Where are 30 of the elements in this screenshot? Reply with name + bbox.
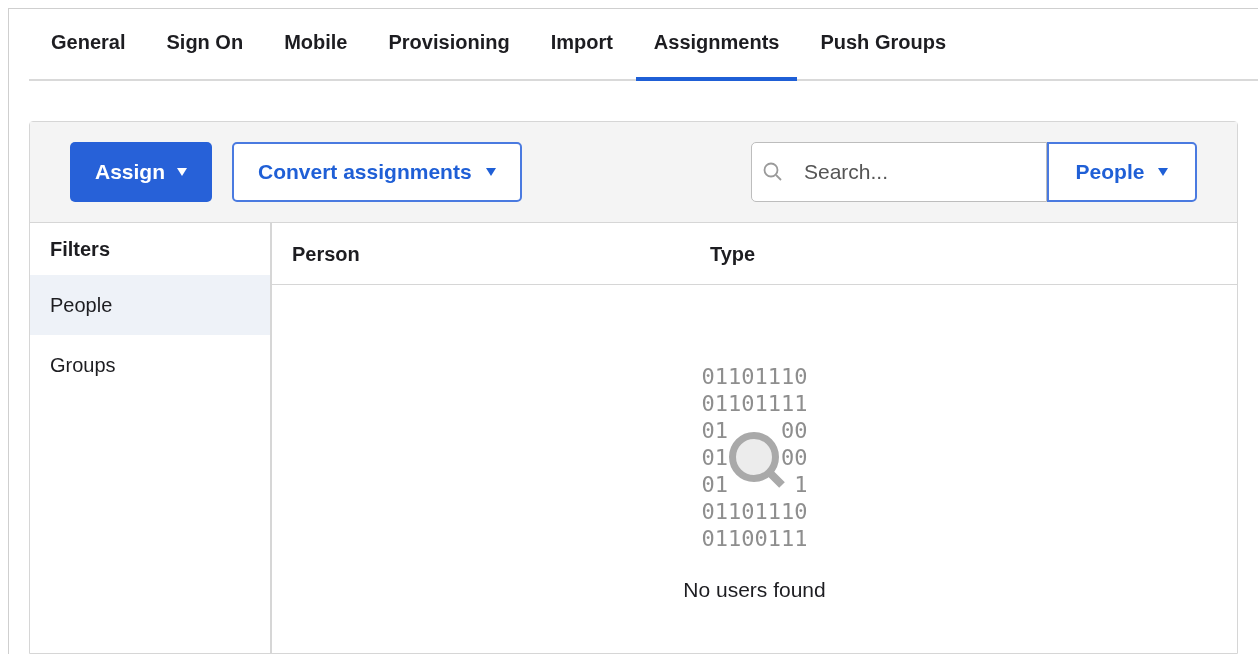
scope-dropdown[interactable]: People — [1047, 142, 1197, 202]
caret-icon — [485, 168, 496, 176]
binary-digits: 01101110 — [701, 363, 808, 390]
empty-message: No users found — [683, 577, 826, 603]
binary-digits: 01100111 — [701, 525, 808, 552]
filter-item[interactable]: People — [30, 275, 270, 335]
caret-icon — [1158, 168, 1169, 176]
binary-digits: 01101110 — [701, 498, 808, 525]
column-header: Type — [710, 241, 756, 267]
tab[interactable]: Push Groups — [802, 27, 964, 81]
tab[interactable]: Sign On — [148, 27, 262, 81]
column-header: Person — [291, 241, 361, 267]
binary-digits: 01 — [701, 444, 728, 471]
search-field[interactable]: Search... — [751, 142, 1047, 202]
tab[interactable]: Assignments — [635, 27, 798, 81]
binary-digits: 01 — [701, 471, 728, 498]
search-icon — [763, 162, 783, 182]
convert-assignments-button[interactable]: Convert assignments — [232, 142, 522, 202]
binary-digits: 01101111 — [701, 390, 808, 417]
binary-digits: 01 — [701, 417, 728, 444]
binary-digits: 00 — [781, 417, 808, 444]
binary-digits: 00 — [781, 444, 808, 471]
assign-button[interactable]: Assign — [70, 142, 212, 202]
tab[interactable]: General — [33, 27, 144, 81]
tab[interactable]: Provisioning — [370, 27, 528, 81]
filters-title: Filters — [49, 237, 112, 262]
tab[interactable]: Mobile — [266, 27, 366, 81]
tab[interactable]: Import — [532, 27, 631, 81]
caret-icon — [177, 168, 187, 176]
binary-digits: 1 — [794, 471, 808, 498]
